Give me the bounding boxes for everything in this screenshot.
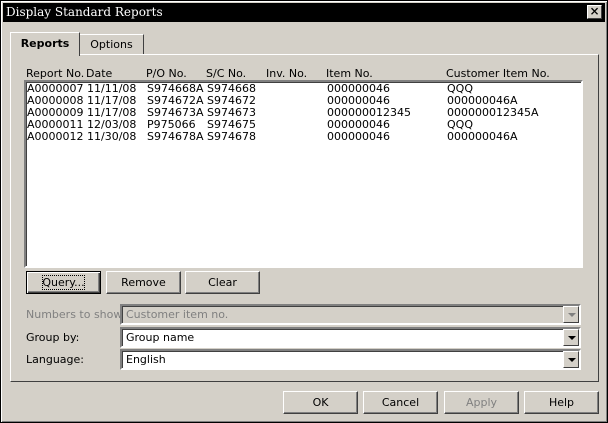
cell-po-no: S974678A — [147, 130, 204, 143]
language-label: Language: — [26, 353, 84, 366]
column-header-sc-no: S/C No. — [206, 67, 247, 80]
chevron-down-icon[interactable] — [563, 351, 579, 368]
apply-button[interactable]: Apply — [444, 391, 519, 414]
remove-button[interactable]: Remove — [106, 271, 181, 294]
column-header-report-no: Report No. — [26, 67, 85, 80]
cell-report-no: A0000012 — [27, 130, 84, 143]
group-by-label: Group by: — [26, 331, 80, 344]
cell-sc-no: S974678 — [207, 130, 256, 143]
cell-item-no: 000000046 — [327, 130, 390, 143]
numbers-to-show-label: Numbers to show: — [26, 308, 126, 321]
remove-button-label: Remove — [121, 276, 166, 289]
cancel-button[interactable]: Cancel — [363, 391, 438, 414]
column-header-inv-no: Inv. No. — [266, 67, 308, 80]
tab-reports-label: Reports — [20, 37, 70, 50]
clear-button[interactable]: Clear — [185, 271, 260, 294]
column-header-customer-item-no: Customer Item No. — [446, 67, 550, 80]
numbers-to-show-select: Customer item no. — [120, 304, 581, 325]
reports-list[interactable]: A0000007 11/11/08 S974668A S974668 00000… — [24, 80, 583, 268]
cell-date: 11/30/08 — [87, 130, 137, 143]
column-header-item-no: Item No. — [326, 67, 373, 80]
query-button-label: Query... — [39, 272, 87, 293]
chevron-down-icon[interactable] — [563, 329, 579, 346]
ok-button-label: OK — [312, 396, 329, 409]
tab-options-label: Options — [90, 38, 133, 51]
column-header-date: Date — [86, 67, 113, 80]
group-by-select[interactable]: Group name — [120, 327, 581, 348]
help-button[interactable]: Help — [524, 391, 599, 414]
close-button[interactable]: × — [587, 5, 602, 19]
close-icon: × — [589, 4, 600, 18]
clear-button-label: Clear — [208, 276, 237, 289]
dialog-window: Display Standard Reports × Reports Optio… — [0, 0, 608, 423]
ok-button[interactable]: OK — [283, 391, 358, 414]
numbers-to-show-value: Customer item no. — [126, 308, 229, 321]
group-by-value: Group name — [126, 331, 195, 344]
language-value: English — [126, 353, 166, 366]
cancel-button-label: Cancel — [381, 396, 420, 409]
cell-customer-item-no: 000000046A — [447, 130, 518, 143]
help-button-label: Help — [548, 396, 575, 409]
tab-options[interactable]: Options — [79, 34, 144, 55]
language-select[interactable]: English — [120, 349, 581, 370]
column-header-po-no: P/O No. — [146, 67, 187, 80]
chevron-down-icon — [563, 306, 579, 323]
title-bar[interactable]: Display Standard Reports × — [3, 3, 605, 22]
window-title: Display Standard Reports — [6, 5, 163, 19]
query-button[interactable]: Query... — [26, 271, 101, 294]
tab-reports[interactable]: Reports — [10, 32, 80, 56]
apply-button-label: Apply — [465, 396, 498, 409]
